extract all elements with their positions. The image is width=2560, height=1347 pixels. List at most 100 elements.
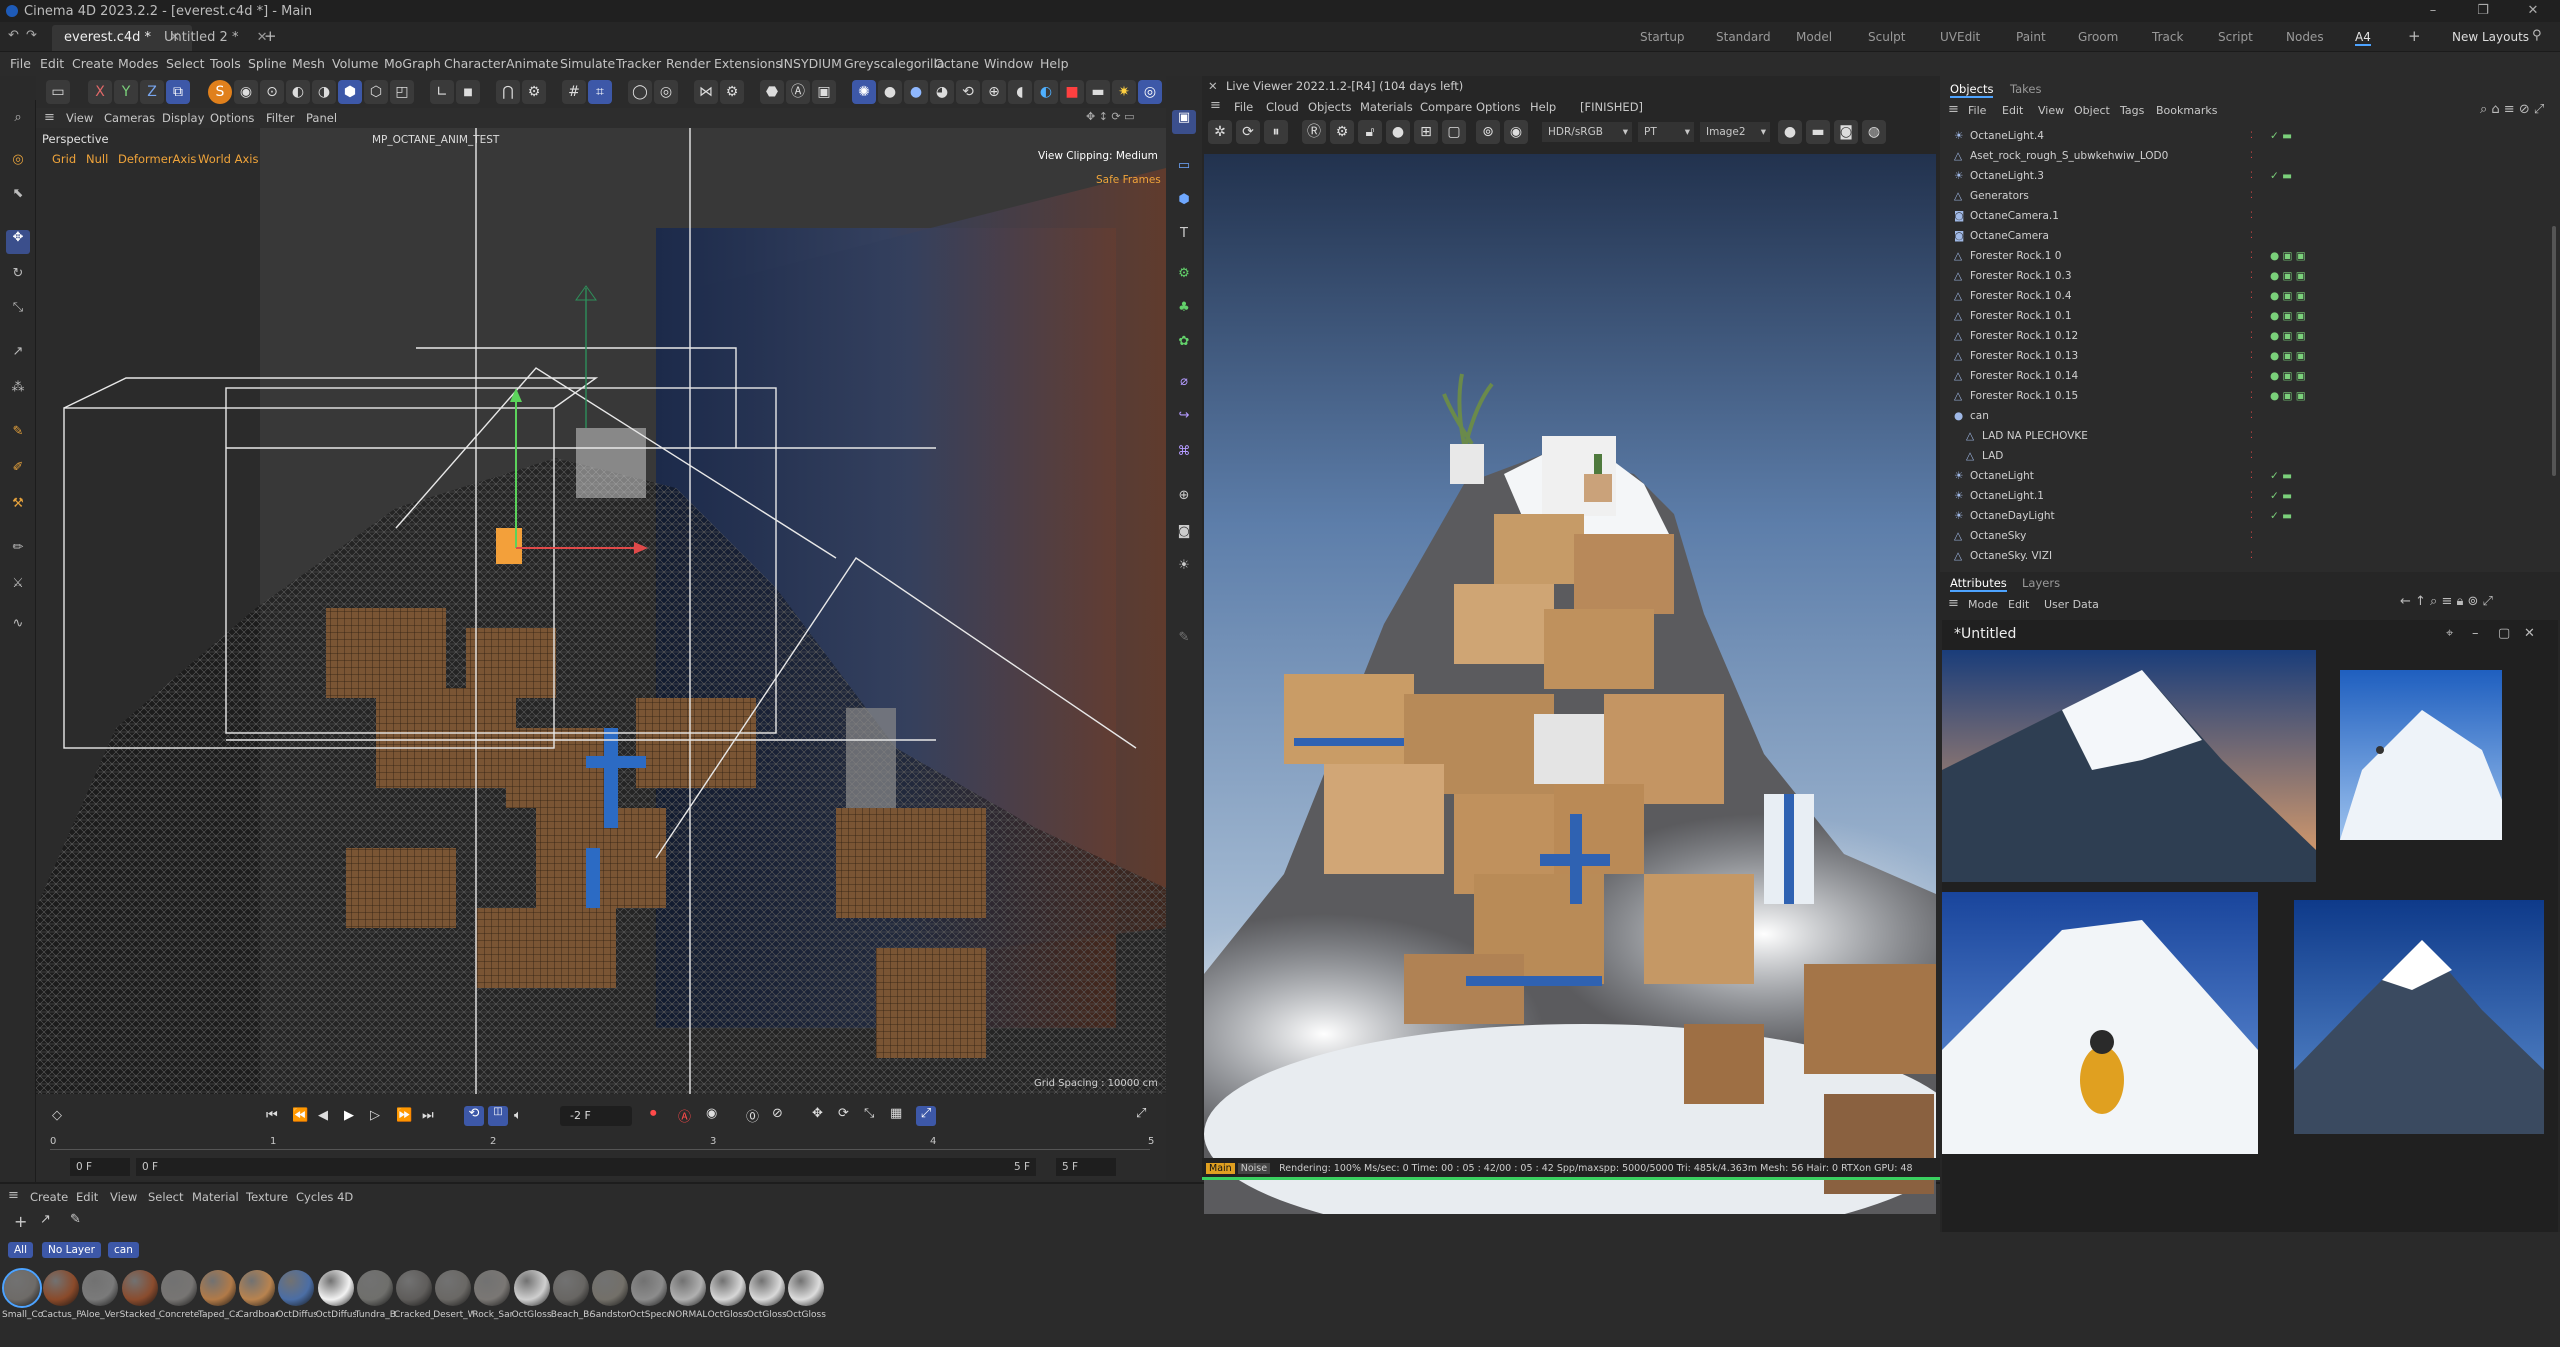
pick-material-icon[interactable]: ↗ (40, 1212, 51, 1227)
menu-volume[interactable]: Volume (332, 56, 379, 71)
ref-close-icon[interactable]: ✕ (2524, 626, 2535, 641)
new-tab-icon[interactable]: + (264, 27, 277, 45)
menu-mesh[interactable]: Mesh (292, 56, 325, 71)
material-menu-material[interactable]: Material (192, 1190, 239, 1204)
lv-add-icon[interactable]: ⊞ (1414, 120, 1438, 144)
attr-menu-mode[interactable]: Mode (1968, 598, 1998, 611)
snap-magnet-icon[interactable]: ⋂ (496, 80, 520, 104)
material-thumbnail[interactable] (278, 1270, 315, 1306)
axis-y-button[interactable]: Y (114, 80, 138, 104)
record-icon[interactable]: ⏺ (650, 1106, 657, 1121)
material-thumbnail[interactable] (239, 1270, 276, 1306)
current-frame-field[interactable]: -2 F (560, 1106, 632, 1126)
lv-menu-options[interactable]: Options (1476, 100, 1520, 114)
lv-material-icon[interactable]: ● (1386, 120, 1410, 144)
play-icon[interactable]: ▶ (344, 1108, 354, 1123)
material-thumbnail[interactable] (2, 1268, 42, 1308)
objects-menu-bookmarks[interactable]: Bookmarks (2156, 104, 2217, 117)
menu-edit[interactable]: Edit (40, 56, 64, 71)
menu-modes[interactable]: Modes (118, 56, 159, 71)
visibility-dots-icon[interactable]: ⁚ (2250, 486, 2253, 506)
edges-mode-icon[interactable]: ◐ (286, 80, 310, 104)
render-image[interactable] (1204, 154, 1936, 1214)
filter-can[interactable]: can (108, 1242, 139, 1258)
move-tool-icon[interactable]: ✥ (6, 230, 30, 254)
close-icon[interactable]: ✕ (2510, 0, 2556, 22)
visibility-dots-icon[interactable]: ⁚ (2250, 126, 2253, 146)
randomize-tool-icon[interactable]: ⁂ (6, 380, 30, 404)
layout-uvedit[interactable]: UVEdit (1940, 30, 1980, 44)
menu-animate[interactable]: Animate (506, 56, 558, 71)
material-thumbnail[interactable] (552, 1270, 589, 1306)
lv-globe-icon[interactable]: ◍ (1862, 120, 1886, 144)
octane-sky-icon[interactable]: ◐ (1034, 80, 1058, 104)
perspective-viewport[interactable]: Perspective Grid Null DeformerAxis World… (36, 128, 1166, 1094)
live-selection-icon[interactable]: ◎ (6, 152, 30, 176)
object-row[interactable]: △ LAD NA PLECHOVKE ⁚ (1940, 426, 2560, 446)
key-move-icon[interactable]: ✥ (812, 1106, 823, 1121)
visibility-dots-icon[interactable]: ⁚ (2250, 466, 2253, 486)
paint-icon[interactable]: ✏ (6, 540, 30, 564)
snap-settings-icon[interactable]: ⚙ (522, 80, 546, 104)
panel-close-icon[interactable]: ✕ (1208, 76, 1218, 96)
object-row[interactable]: △ Forester Rock.1 0.3 ⁚ ● ▣ ▣ (1940, 266, 2560, 286)
go-start-icon[interactable]: ⏮ (266, 1108, 278, 1123)
material-menu-texture[interactable]: Texture (246, 1190, 288, 1204)
workplane-grid-icon[interactable]: ⌗ (588, 80, 612, 104)
objects-menu-file[interactable]: File (1968, 104, 1986, 117)
object-row[interactable]: △ Generators ⁚ (1940, 186, 2560, 206)
object-row[interactable]: △ OctaneSky ⁚ (1940, 526, 2560, 546)
material-thumbnail[interactable] (788, 1270, 824, 1306)
object-row[interactable]: △ Forester Rock.1 0.15 ⁚ ● ▣ ▣ (1940, 386, 2560, 406)
object-row[interactable]: ● can ⁚ (1940, 406, 2560, 426)
viewport-menu-options[interactable]: Options (210, 111, 254, 125)
menu-simulate[interactable]: Simulate (560, 56, 615, 71)
points-mode-icon[interactable]: ⊙ (260, 80, 284, 104)
eyedropper-icon[interactable]: ✎ (70, 1212, 81, 1227)
visibility-dots-icon[interactable]: ⁚ (2250, 546, 2253, 566)
lv-menu-file[interactable]: File (1234, 100, 1253, 114)
lock-icon[interactable]: ◯ (628, 80, 652, 104)
lv-settings-icon[interactable]: ⚙ (1330, 120, 1354, 144)
lv-region-icon[interactable]: Ⓡ (1302, 120, 1326, 144)
visibility-dots-icon[interactable]: ⁚ (2250, 186, 2253, 206)
lv-menu-help[interactable]: Help (1530, 100, 1556, 114)
tab-takes[interactable]: Takes (2010, 82, 2042, 96)
lv-restart-icon[interactable]: ⟳ (1236, 120, 1260, 144)
text-icon[interactable]: T (1172, 226, 1196, 250)
octane-glossy-icon[interactable]: ◕ (930, 80, 954, 104)
doodle-icon[interactable]: ✎ (1172, 630, 1196, 654)
select-tool-icon[interactable]: ⬉ (6, 186, 30, 210)
ref-maximize-icon[interactable]: ▢ (2498, 626, 2510, 641)
layout-startup[interactable]: Startup (1640, 30, 1685, 44)
object-row[interactable]: ☀ OctaneDayLight ⁚ ✓ ▬ (1940, 506, 2560, 526)
object-row[interactable]: ☀ OctaneLight.1 ⁚ ✓ ▬ (1940, 486, 2560, 506)
visibility-dots-icon[interactable]: ⁚ (2250, 386, 2253, 406)
viewport-menu-filter[interactable]: Filter (266, 111, 294, 125)
menu-help[interactable]: Help (1040, 56, 1069, 71)
menu-extensions[interactable]: Extensions (714, 56, 782, 71)
tab-objects[interactable]: Objects (1950, 82, 1994, 98)
grid-icon[interactable]: # (562, 80, 586, 104)
snap-icon[interactable]: S (208, 80, 232, 104)
key-pos-icon[interactable]: ⓪ (746, 1106, 759, 1125)
visibility-dots-icon[interactable]: ⁚ (2250, 526, 2253, 546)
filter-no-layer[interactable]: No Layer (42, 1242, 101, 1258)
visibility-dots-icon[interactable]: ⁚ (2250, 146, 2253, 166)
menu-character[interactable]: Character (444, 56, 506, 71)
add-layout-icon[interactable]: + (2408, 27, 2421, 45)
octane-area-light-icon[interactable]: ▬ (1086, 80, 1110, 104)
magnet-icon[interactable]: ∿ (6, 616, 30, 640)
lv-crop-icon[interactable]: ▢ (1442, 120, 1466, 144)
lv-send-scene-icon[interactable]: ✲ (1208, 120, 1232, 144)
visibility-dots-icon[interactable]: ⁚ (2250, 226, 2253, 246)
tweak-icon[interactable]: ◾ (456, 80, 480, 104)
deformer-icon[interactable]: ⌀ (1172, 374, 1196, 398)
key-scale-icon[interactable]: ⤡ (864, 1106, 874, 1121)
camera-icon[interactable]: ◙ (1172, 524, 1196, 548)
layout-groom[interactable]: Groom (2078, 30, 2118, 44)
material-thumbnail[interactable] (631, 1270, 668, 1306)
key-rotate-icon[interactable]: ⟳ (838, 1106, 849, 1121)
bend-icon[interactable]: ↪ (1172, 408, 1196, 432)
menu-greyscalegorilla[interactable]: Greyscalegorilla (844, 56, 945, 71)
